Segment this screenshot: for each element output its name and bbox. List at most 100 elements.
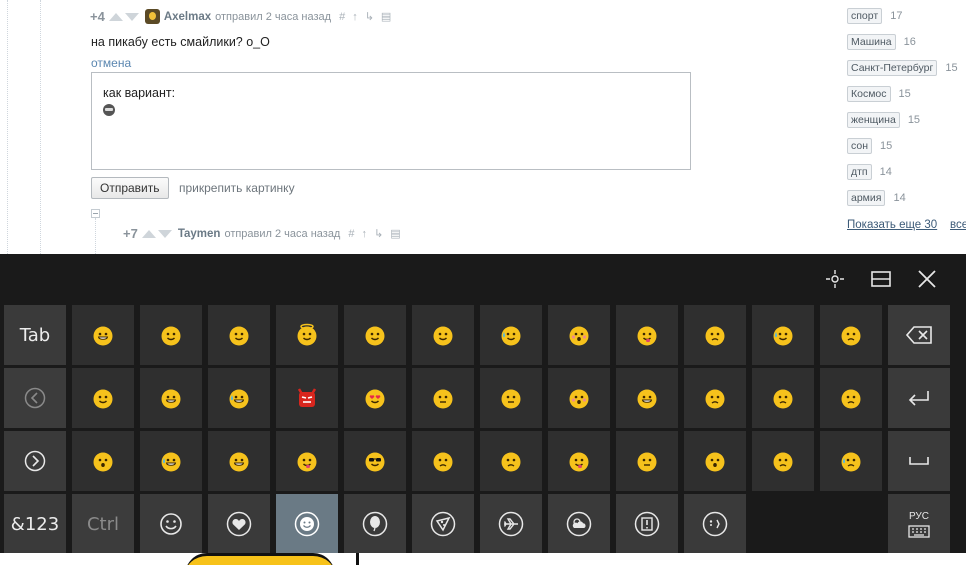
emoji-key-worried[interactable] <box>480 431 542 491</box>
emoji-key-joy-tears[interactable] <box>208 368 270 428</box>
emoji-key-yum[interactable] <box>276 431 338 491</box>
sad-tear-emoji-icon <box>705 326 725 346</box>
emoji-key-smirk[interactable] <box>344 305 406 365</box>
save-icon[interactable]: ▤ <box>390 227 400 240</box>
emoji-key-sad-tear[interactable] <box>684 305 746 365</box>
emoji-key-laugh-tears[interactable] <box>140 431 202 491</box>
grin-teeth-emoji-icon <box>161 389 181 409</box>
show-all-tags-link[interactable]: все <box>950 219 966 231</box>
ctrl-key[interactable]: Ctrl <box>72 494 134 554</box>
grinning-emoji-icon <box>93 326 113 346</box>
emoji-key-blush-kiss[interactable] <box>548 305 610 365</box>
scroll-right-key[interactable] <box>4 431 66 491</box>
tag-link[interactable]: дтп <box>847 164 872 180</box>
emoji-key-sunglasses[interactable] <box>344 431 406 491</box>
category-celebration-key[interactable] <box>344 494 406 554</box>
category-smileys-key[interactable] <box>276 494 338 554</box>
reply-textarea[interactable]: как вариант: <box>91 72 691 170</box>
reply-icon[interactable]: ↳ <box>374 227 383 240</box>
pin-icon[interactable]: ↑ <box>352 11 358 23</box>
comment-author[interactable]: Axelmax <box>164 11 211 23</box>
sweat-smile-emoji-icon <box>501 326 521 346</box>
emoji-key-tongue-out[interactable] <box>548 431 610 491</box>
emoji-key-unamused[interactable] <box>412 431 474 491</box>
emoji-key-slight-smile[interactable] <box>140 305 202 365</box>
balloon-icon <box>362 511 388 537</box>
category-nature-key[interactable] <box>548 494 610 554</box>
language-label: РУС <box>908 510 930 522</box>
emoji-key-astonished[interactable] <box>72 431 134 491</box>
reply-icon[interactable]: ↳ <box>365 10 374 23</box>
child-comment-author[interactable]: Taymen <box>178 228 221 240</box>
numbers-key[interactable]: &123 <box>4 494 66 554</box>
emoji-key-grinning[interactable] <box>72 305 134 365</box>
emoji-key-confused[interactable] <box>684 368 746 428</box>
emoji-key-cold-sweat[interactable] <box>820 305 882 365</box>
tag-link[interactable]: Машина <box>847 34 896 50</box>
emoji-key-devil-red[interactable] <box>276 368 338 428</box>
emoji-key-persevere[interactable] <box>752 431 814 491</box>
hash-icon[interactable]: # <box>339 11 345 23</box>
emoji-key-tongue-wink[interactable] <box>616 305 678 365</box>
category-recent-key[interactable] <box>140 494 202 554</box>
category-hearts-key[interactable] <box>208 494 270 554</box>
emoji-key-grin-teeth[interactable] <box>140 368 202 428</box>
emoji-key-beaming[interactable] <box>208 431 270 491</box>
emoji-key-heart-eyes[interactable] <box>344 368 406 428</box>
emoji-key-sweat-smile[interactable] <box>480 305 542 365</box>
emoji-key-wink-smile[interactable] <box>412 305 474 365</box>
tag-link[interactable]: спорт <box>847 8 883 24</box>
tag-link[interactable]: сон <box>847 138 873 154</box>
category-symbols-key[interactable] <box>616 494 678 554</box>
tag-link[interactable]: армия <box>847 190 886 206</box>
cancel-link[interactable]: отмена <box>91 56 131 70</box>
emoji-key-neutral[interactable] <box>412 368 474 428</box>
scroll-left-key[interactable] <box>4 368 66 428</box>
close-icon[interactable] <box>912 264 942 294</box>
relieved-sweat-emoji-icon <box>773 326 793 346</box>
save-icon[interactable]: ▤ <box>381 10 391 23</box>
child-comment-rating: +7 <box>123 226 138 241</box>
smile-emoji-icon <box>229 326 249 346</box>
enter-key[interactable] <box>888 368 950 428</box>
tag-link[interactable]: женщина <box>847 112 900 128</box>
emoji-key-crying[interactable] <box>820 431 882 491</box>
tag-count: 15 <box>898 88 911 100</box>
downvote-arrow-icon[interactable] <box>124 12 139 21</box>
emoji-key-expressionless[interactable] <box>480 368 542 428</box>
hash-icon[interactable]: # <box>348 228 354 240</box>
upvote-arrow-icon[interactable] <box>108 12 123 21</box>
collapse-toggle-icon[interactable] <box>91 209 100 218</box>
heart-eyes-emoji-icon <box>365 389 385 409</box>
emoji-key-grimacing[interactable] <box>616 368 678 428</box>
emoji-key-angry-squint[interactable] <box>820 368 882 428</box>
emoji-key-frowning[interactable] <box>752 368 814 428</box>
tag-link[interactable]: Космос <box>847 86 891 102</box>
attach-image-link[interactable]: прикрепить картинку <box>179 181 295 195</box>
upvote-arrow-icon[interactable] <box>141 229 156 238</box>
emoji-key-hushed[interactable] <box>616 431 678 491</box>
emoji-key-smile-plain[interactable] <box>72 368 134 428</box>
pin-icon[interactable]: ↑ <box>361 228 367 240</box>
move-icon[interactable] <box>820 264 850 294</box>
show-more-tags-link[interactable]: Показать еще 30 <box>847 219 937 231</box>
send-button[interactable]: Отправить <box>91 177 169 199</box>
downvote-arrow-icon[interactable] <box>157 229 172 238</box>
category-food-key[interactable] <box>412 494 474 554</box>
category-emoticons-key[interactable] <box>684 494 746 554</box>
tab-key[interactable]: Tab <box>4 305 66 365</box>
category-travel-key[interactable] <box>480 494 542 554</box>
tag-link[interactable]: Санкт-Петербург <box>847 60 938 76</box>
space-key[interactable] <box>888 431 950 491</box>
backspace-key[interactable] <box>888 305 950 365</box>
emoji-key-screaming[interactable] <box>684 431 746 491</box>
dock-icon[interactable] <box>866 264 896 294</box>
avatar[interactable] <box>144 9 160 24</box>
emoji-key-kissing-closed[interactable] <box>548 368 610 428</box>
emoji-key-innocent-halo[interactable] <box>276 305 338 365</box>
smirk-emoji-icon <box>365 326 385 346</box>
emoji-key-relieved-sweat[interactable] <box>752 305 814 365</box>
tag-row: Машина 16 <box>847 29 966 55</box>
language-key[interactable]: РУС <box>888 494 950 554</box>
emoji-key-smile[interactable] <box>208 305 270 365</box>
